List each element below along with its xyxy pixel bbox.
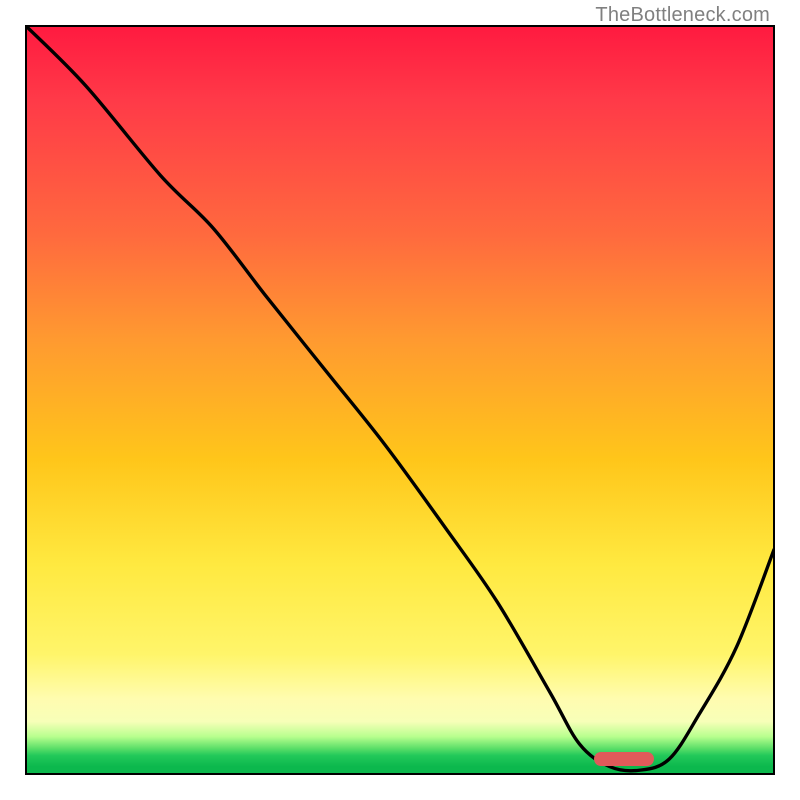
- bottleneck-curve-path: [26, 26, 774, 771]
- curve-layer: [26, 26, 774, 774]
- watermark-text: TheBottleneck.com: [595, 4, 770, 27]
- plot-area: [26, 26, 774, 774]
- bottleneck-chart: TheBottleneck.com: [0, 0, 800, 800]
- optimal-range-marker: [594, 752, 654, 766]
